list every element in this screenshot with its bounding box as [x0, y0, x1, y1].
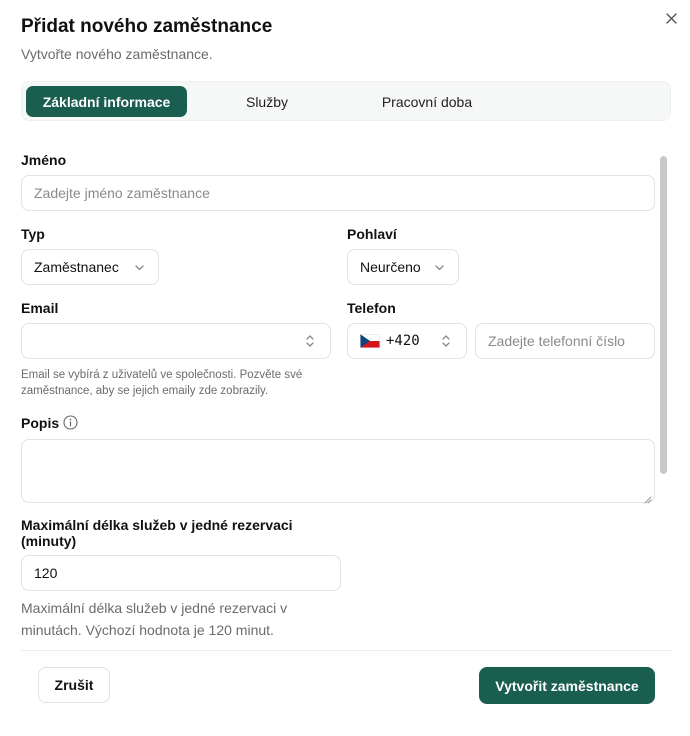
- email-select[interactable]: [21, 323, 331, 359]
- phone-label: Telefon: [347, 300, 396, 316]
- chevrons-up-down-icon: [304, 334, 316, 348]
- chevron-down-icon: [434, 262, 445, 273]
- max-duration-field-wrapper: [21, 555, 341, 591]
- type-label: Typ: [21, 226, 45, 242]
- gender-select-value: Neurčeno: [360, 259, 421, 275]
- footer-divider: [21, 650, 671, 651]
- phone-input[interactable]: [488, 333, 654, 349]
- czech-flag-icon: [360, 334, 380, 348]
- phone-field-wrapper: [475, 323, 655, 359]
- name-field-wrapper: [21, 175, 655, 211]
- email-hint: Email se vybírá z uživatelů ve společnos…: [21, 369, 303, 397]
- info-icon[interactable]: [63, 415, 78, 430]
- create-employee-dialog: Přidat nového zaměstnance Vytvořte novéh…: [0, 0, 690, 736]
- cancel-button[interactable]: Zrušit: [38, 667, 110, 703]
- resize-grip-icon[interactable]: [643, 491, 652, 504]
- close-icon[interactable]: [662, 9, 680, 27]
- scrollbar-thumb[interactable]: [660, 156, 667, 474]
- max-duration-input[interactable]: [34, 565, 340, 581]
- create-employee-button[interactable]: Vytvořit zaměstnance: [479, 667, 655, 704]
- name-label: Jméno: [21, 152, 67, 168]
- gender-label: Pohlaví: [347, 226, 397, 242]
- form-scrollbar[interactable]: [658, 154, 670, 648]
- tab-working-hours[interactable]: Pracovní doba: [352, 86, 502, 117]
- gender-select[interactable]: Neurčeno: [347, 249, 459, 285]
- country-code-select[interactable]: +420: [347, 323, 467, 359]
- chevron-down-icon: [134, 262, 145, 273]
- description-textarea[interactable]: [21, 439, 655, 504]
- description-label: Popis: [21, 415, 60, 431]
- type-select[interactable]: Zaměstnanec: [21, 249, 159, 285]
- tab-basic-info[interactable]: Základní informace: [26, 86, 187, 117]
- name-input[interactable]: [34, 185, 654, 201]
- max-duration-label: Maximální délka služeb v jedné rezervaci…: [21, 517, 293, 549]
- max-duration-hint: Maximální délka služeb v jedné rezervaci…: [21, 600, 288, 638]
- dialog-title: Přidat nového zaměstnance: [21, 16, 273, 37]
- email-label: Email: [21, 300, 59, 316]
- type-select-value: Zaměstnanec: [34, 259, 119, 275]
- tab-bar: Základní informace Služby Pracovní doba: [21, 81, 671, 121]
- tab-services[interactable]: Služby: [212, 86, 322, 117]
- dialog-subtitle: Vytvořte nového zaměstnance.: [21, 46, 213, 62]
- chevrons-up-down-icon: [440, 334, 452, 348]
- country-code-value: +420: [386, 333, 420, 349]
